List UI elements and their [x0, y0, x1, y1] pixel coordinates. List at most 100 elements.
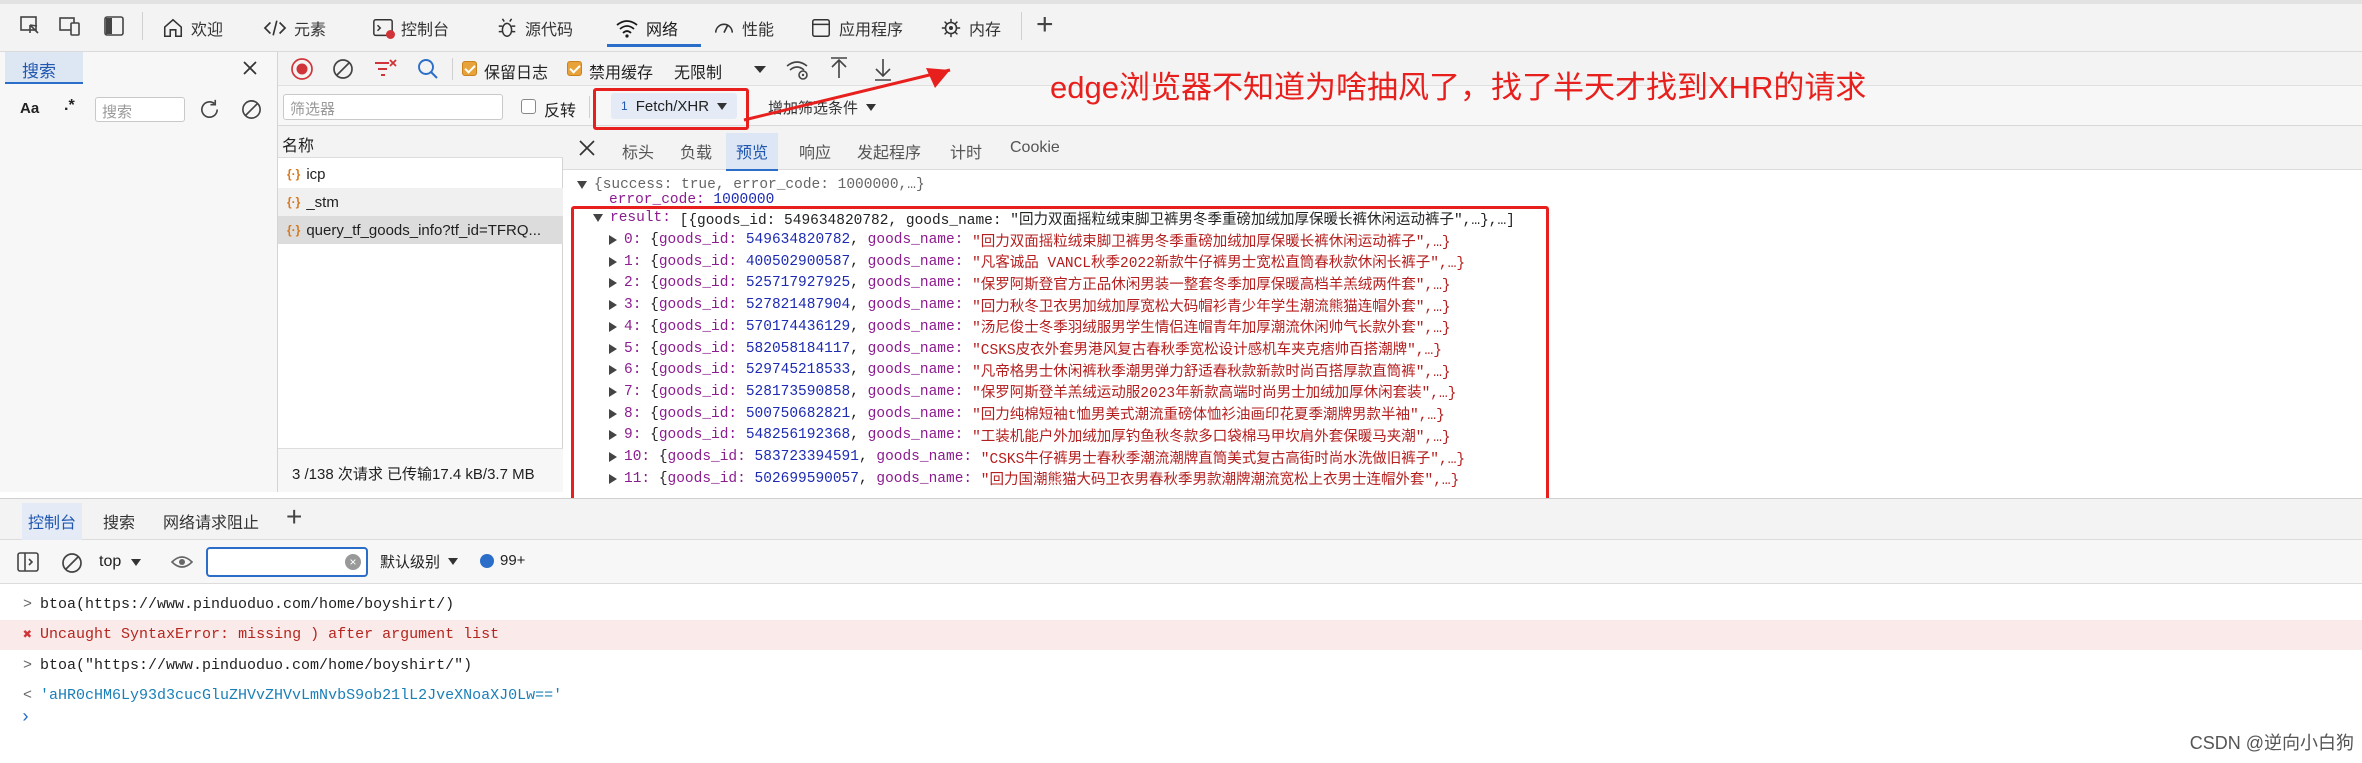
tab-performance[interactable]: 性能	[713, 10, 774, 46]
disable-cache-label: 禁用缓存	[589, 65, 654, 82]
tab-elements[interactable]: 元素	[263, 10, 326, 46]
request-row[interactable]: {·} _stm	[278, 188, 563, 216]
console-line-result: < 'aHR0cHM6Ly93d3cucGluZHVvZHVvLmNvbS9ob2…	[0, 681, 2362, 711]
search-panel: 搜索 Aa .* 搜索	[0, 52, 278, 492]
close-details-icon[interactable]	[577, 138, 597, 158]
expand-triangle-icon[interactable]	[577, 181, 587, 189]
clear-filter-icon[interactable]: ×	[345, 554, 361, 570]
chevron-down-icon	[448, 558, 459, 565]
xhr-icon: {·}	[287, 167, 301, 181]
match-case-toggle[interactable]: Aa	[20, 100, 39, 117]
request-list: 名称 {·} icp {·} _stm {·} query_tf_goods_i…	[278, 126, 563, 492]
tab-preview[interactable]: 预览	[726, 133, 779, 171]
tab-memory[interactable]: 内存	[940, 10, 1001, 46]
filter-input[interactable]: 筛选器	[283, 94, 503, 120]
inspect-element-icon[interactable]	[18, 14, 42, 38]
details-tab-bar: 标头 负载 预览 响应 发起程序 计时 Cookie	[563, 126, 2362, 171]
home-icon	[162, 17, 184, 39]
console-line-input: > btoa(https://www.pinduoduo.com/home/boy…	[0, 589, 2362, 619]
xhr-icon: {·}	[287, 195, 301, 209]
console-toolbar: top × 默认级别 99+	[0, 540, 2362, 584]
toolbar-separator	[452, 58, 453, 80]
clear-icon[interactable]	[240, 98, 263, 121]
add-drawer-tab-button[interactable]: +	[286, 501, 302, 533]
tab-label: 元素	[294, 22, 327, 39]
tab-label: 欢迎	[191, 22, 224, 39]
chevron-down-icon	[131, 558, 142, 566]
name-column-header[interactable]: 名称	[278, 126, 563, 158]
gauge-icon	[713, 17, 735, 39]
tab-label: 性能	[742, 22, 775, 39]
record-icon[interactable]	[290, 57, 314, 81]
console-output: > btoa(https://www.pinduoduo.com/home/boy…	[0, 584, 2362, 763]
filter-toggle-icon[interactable]	[373, 57, 399, 81]
tab-timing[interactable]: 计时	[942, 136, 990, 166]
tab-response[interactable]: 响应	[791, 136, 839, 166]
tab-separator	[1021, 12, 1022, 40]
search-icon[interactable]	[416, 57, 440, 81]
sidebar-toggle-icon[interactable]	[16, 551, 40, 573]
issues-counter[interactable]: 99+	[480, 552, 525, 569]
search-input[interactable]: 搜索	[95, 97, 185, 122]
close-icon[interactable]	[240, 58, 260, 78]
console-text: btoa("https://www.pinduoduo.com/home/boy…	[40, 656, 473, 674]
tab-headers[interactable]: 标头	[614, 136, 662, 166]
annotation-note: edge浏览器不知道为啥抽风了，找了半天才找到XHR的请求	[1050, 70, 1867, 105]
issues-icon	[480, 553, 494, 568]
disable-cache-checkbox[interactable]	[567, 61, 582, 76]
dock-panel-icon[interactable]	[102, 14, 126, 38]
code-icon	[263, 17, 287, 39]
highlight-box-fetch-xhr	[593, 88, 749, 130]
drawer-tab-request-blocking[interactable]: 网络请求阻止	[163, 509, 259, 533]
clear-console-icon[interactable]	[60, 551, 84, 575]
drawer-tab-search[interactable]: 搜索	[103, 509, 135, 533]
request-name: icp	[306, 165, 326, 183]
tab-sources[interactable]: 源代码	[496, 10, 573, 46]
search-panel-tab[interactable]: 搜索	[5, 52, 83, 84]
console-filter-input[interactable]: ×	[206, 547, 368, 577]
context-selector[interactable]: top	[93, 549, 147, 575]
invert-checkbox[interactable]	[521, 99, 536, 114]
request-name: _stm	[306, 193, 339, 211]
request-name: query_tf_goods_info?tf_id=TFRQ...	[306, 221, 542, 239]
tab-label: 应用程序	[839, 22, 904, 39]
log-level-dropdown[interactable]: 默认级别	[380, 551, 459, 572]
console-prompt[interactable]: ›	[20, 708, 31, 728]
console-text: Uncaught SyntaxError: missing ) after ar…	[40, 626, 500, 643]
preserve-log-checkbox[interactable]	[462, 61, 477, 76]
device-emulation-icon[interactable]	[58, 14, 82, 38]
filter-separator	[589, 96, 590, 118]
tab-label: 控制台	[401, 22, 450, 39]
add-tab-button[interactable]: +	[1036, 8, 1054, 42]
json-summary: {success: true, error_code: 1000000,…}	[594, 177, 925, 193]
app-icon	[810, 17, 832, 39]
console-text: btoa(https://www.pinduoduo.com/home/boys…	[40, 595, 455, 613]
memory-icon	[940, 17, 962, 39]
devtools-tab-bar: 欢迎 元素 控制台 源代码 网络 性能 应用程序 内存 +	[0, 0, 2362, 52]
highlight-box-result	[571, 206, 1549, 516]
request-summary-status: 3 /138 次请求 已传输17.4 kB/3.7 MB	[278, 448, 563, 492]
wifi-icon	[615, 17, 639, 39]
tab-network[interactable]: 网络	[615, 10, 678, 46]
tab-label: 网络	[646, 22, 679, 39]
request-row-selected[interactable]: {·} query_tf_goods_info?tf_id=TFRQ...	[278, 216, 563, 244]
tab-welcome[interactable]: 欢迎	[162, 10, 223, 46]
tab-label: 源代码	[525, 22, 574, 39]
tab-initiator[interactable]: 发起程序	[849, 136, 929, 166]
live-expression-eye-icon[interactable]	[170, 552, 194, 572]
tab-cookies[interactable]: Cookie	[1002, 136, 1068, 160]
error-dot-icon	[386, 30, 395, 39]
result-arrow-icon: <	[23, 687, 33, 704]
tab-application[interactable]: 应用程序	[810, 10, 903, 46]
browser-chrome-strip	[0, 0, 2362, 4]
regex-toggle[interactable]: .*	[64, 97, 75, 115]
tab-console[interactable]: 控制台	[372, 10, 449, 46]
drawer-tab-console[interactable]: 控制台	[22, 503, 83, 543]
throttling-select[interactable]: 无限制	[674, 59, 722, 83]
tab-payload[interactable]: 负载	[672, 136, 720, 166]
refresh-icon[interactable]	[198, 98, 221, 121]
clear-log-icon[interactable]	[331, 57, 355, 81]
request-row[interactable]: {·} icp	[278, 160, 563, 188]
input-prompt-icon: >	[23, 656, 33, 674]
invert-label: 反转	[544, 103, 577, 120]
